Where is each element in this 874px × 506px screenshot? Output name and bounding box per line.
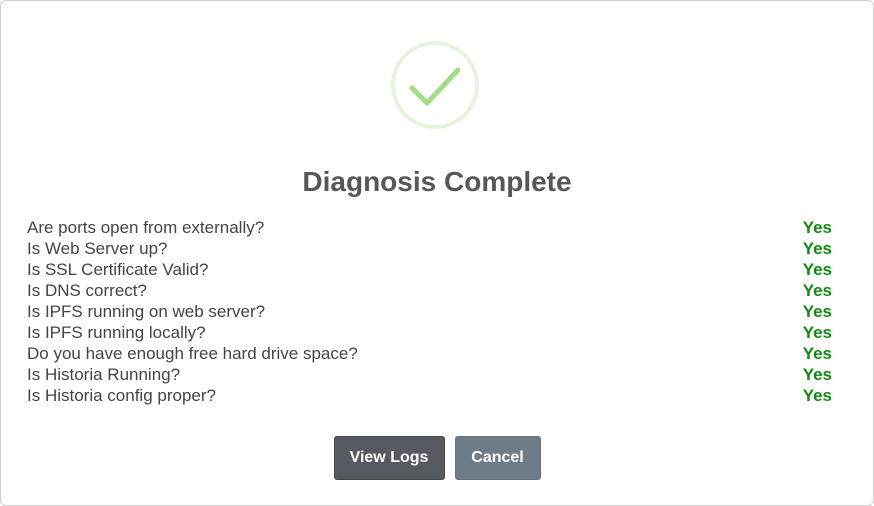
check-result: Yes bbox=[802, 301, 832, 321]
check-row: Do you have enough free hard drive space… bbox=[27, 343, 833, 364]
check-question: Is Web Server up? bbox=[27, 238, 168, 258]
view-logs-button[interactable]: View Logs bbox=[333, 436, 445, 480]
check-question: Is Historia Running? bbox=[27, 364, 181, 384]
dialog-title: Diagnosis Complete bbox=[302, 166, 572, 197]
check-result: Yes bbox=[802, 343, 832, 363]
check-row: Is Historia Running? Yes bbox=[27, 364, 833, 385]
check-question: Do you have enough free hard drive space… bbox=[27, 343, 358, 363]
check-row: Is IPFS running locally? Yes bbox=[27, 322, 833, 343]
check-question: Is IPFS running locally? bbox=[27, 322, 206, 342]
checkmark-circle-icon bbox=[391, 41, 479, 129]
check-row: Is Historia config proper? Yes bbox=[27, 385, 833, 406]
check-row: Is SSL Certificate Valid? Yes bbox=[27, 259, 833, 280]
diagnosis-check-list: Are ports open from externally? Yes Is W… bbox=[27, 217, 833, 406]
check-result: Yes bbox=[802, 217, 832, 237]
check-question: Is SSL Certificate Valid? bbox=[27, 259, 209, 279]
check-question: Is IPFS running on web server? bbox=[27, 301, 266, 321]
diagnosis-dialog: Diagnosis Complete Are ports open from e… bbox=[0, 0, 874, 506]
check-result: Yes bbox=[802, 385, 832, 405]
check-row: Is DNS correct? Yes bbox=[27, 280, 833, 301]
cancel-button[interactable]: Cancel bbox=[454, 436, 541, 480]
check-result: Yes bbox=[802, 322, 832, 342]
check-result: Yes bbox=[802, 238, 832, 258]
check-row: Is Web Server up? Yes bbox=[27, 238, 833, 259]
check-question: Are ports open from externally? bbox=[27, 217, 265, 237]
check-result: Yes bbox=[802, 259, 832, 279]
dialog-actions: View Logs Cancel bbox=[1, 436, 873, 480]
check-result: Yes bbox=[802, 364, 832, 384]
check-row: Is IPFS running on web server? Yes bbox=[27, 301, 833, 322]
check-row: Are ports open from externally? Yes bbox=[27, 217, 833, 238]
check-question: Is DNS correct? bbox=[27, 280, 147, 300]
check-result: Yes bbox=[802, 280, 832, 300]
check-question: Is Historia config proper? bbox=[27, 385, 216, 405]
